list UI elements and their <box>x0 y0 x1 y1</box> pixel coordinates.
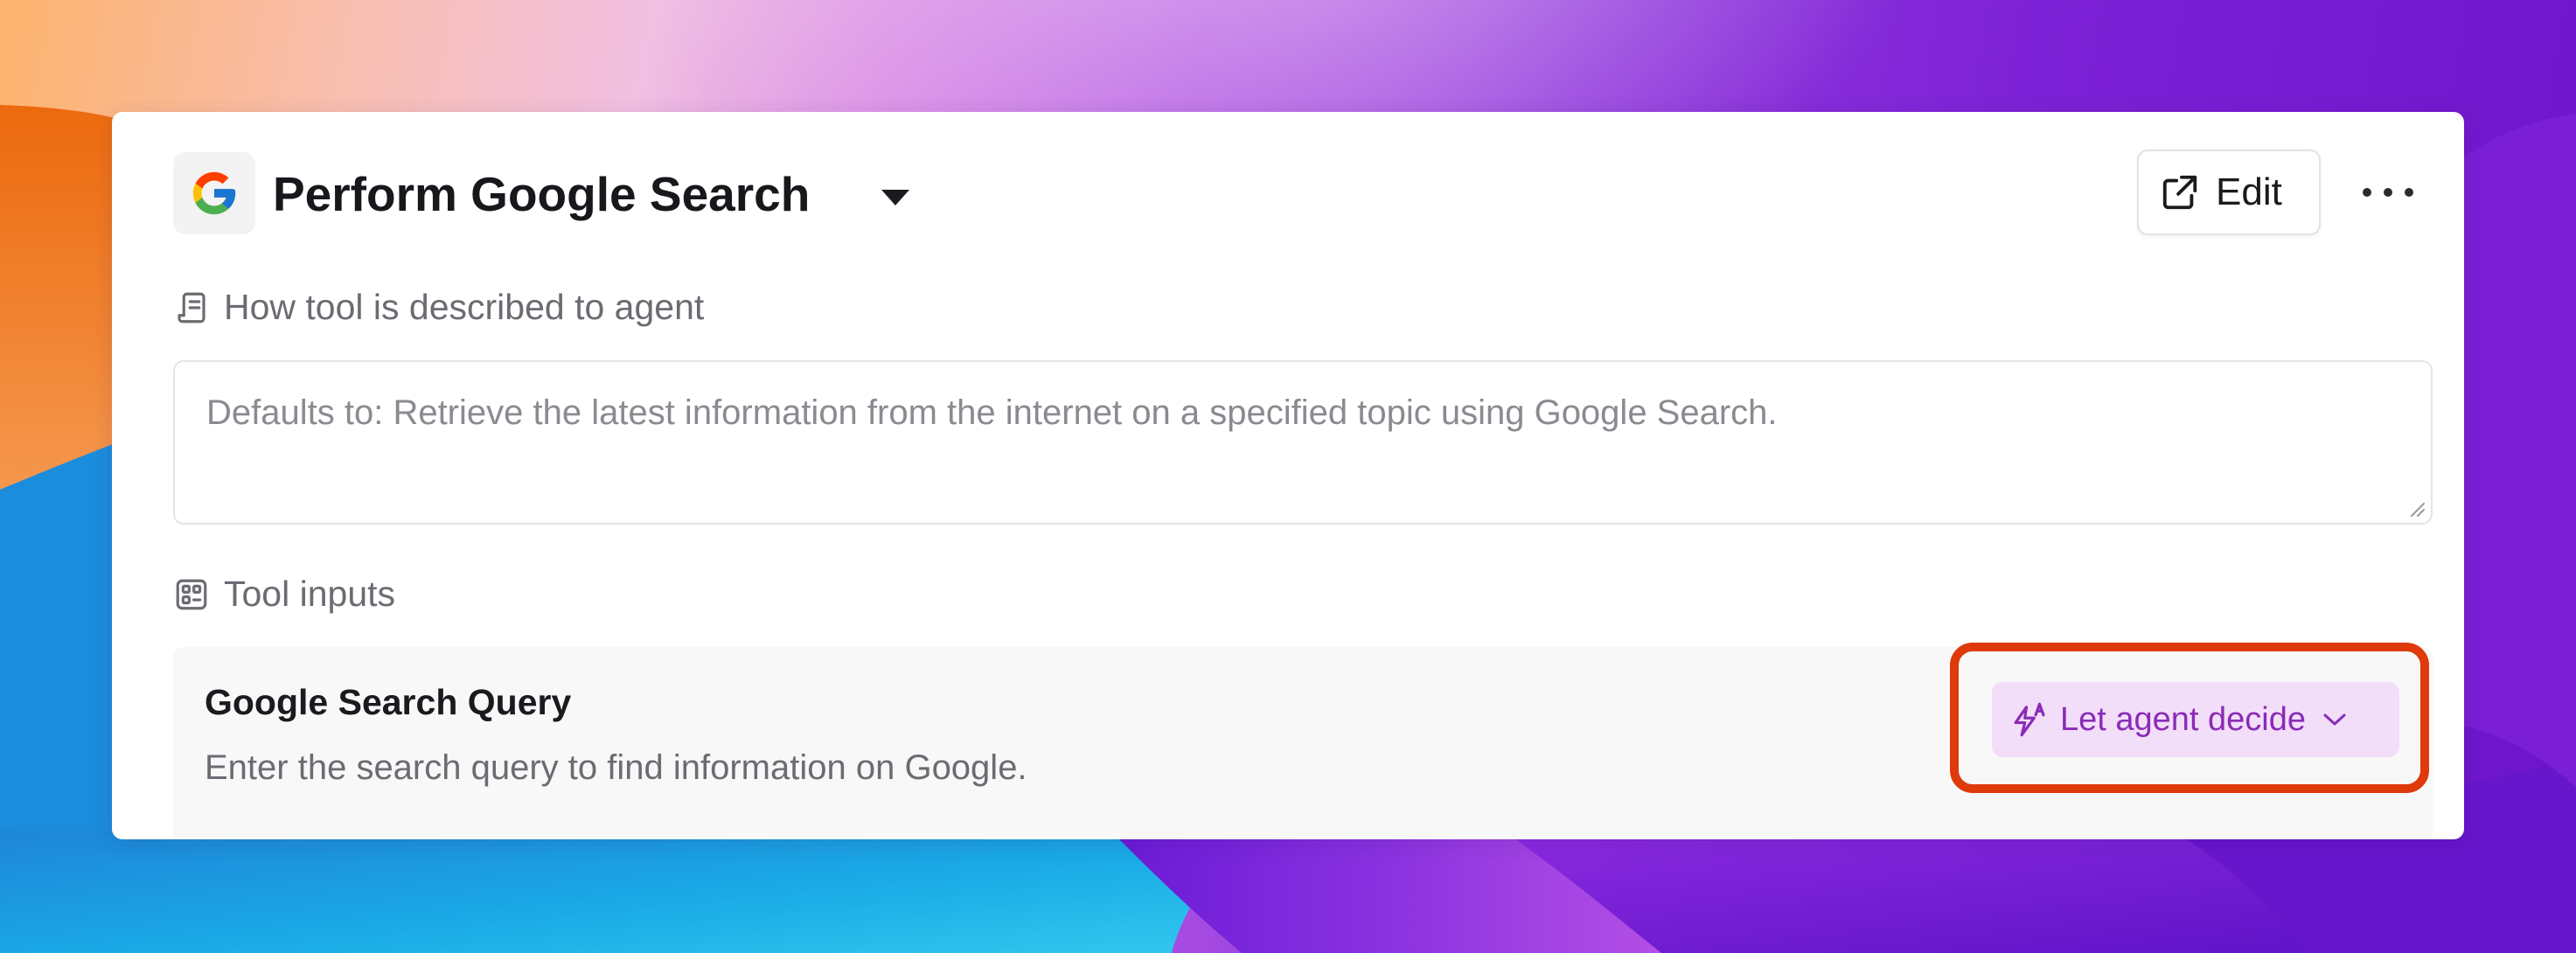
tool-description-textarea[interactable]: Defaults to: Retrieve the latest informa… <box>173 360 2433 525</box>
tool-inputs-label-text: Tool inputs <box>224 574 396 614</box>
chevron-down-icon <box>2323 713 2346 726</box>
description-label-text: How tool is described to agent <box>224 287 705 327</box>
tool-config-card: Perform Google Search Edit How tool is d… <box>112 112 2464 839</box>
tool-input-hint: Enter the search query to find informati… <box>205 748 1027 787</box>
ai-sparkle-icon <box>2014 702 2045 737</box>
input-grid-icon <box>176 579 207 609</box>
caret-down-icon <box>881 190 909 205</box>
tool-inputs-section-label: Tool inputs <box>173 574 395 615</box>
more-options-button[interactable] <box>2356 171 2420 213</box>
google-logo <box>173 152 255 234</box>
description-section-label: How tool is described to agent <box>173 287 704 328</box>
edit-button-label: Edit <box>2216 170 2282 213</box>
input-mode-dropdown[interactable]: Let agent decide <box>1992 682 2399 757</box>
resize-handle-icon[interactable] <box>2406 498 2426 518</box>
input-mode-label: Let agent decide <box>2060 700 2307 738</box>
scroll-text-icon <box>178 292 205 323</box>
google-g-icon <box>192 171 236 215</box>
tool-switch-dropdown[interactable] <box>869 180 922 215</box>
tool-input-name: Google Search Query <box>205 682 572 722</box>
description-placeholder: Defaults to: Retrieve the latest informa… <box>206 393 1778 432</box>
external-link-icon <box>2162 175 2197 210</box>
tool-title: Perform Google Search <box>273 167 811 221</box>
edit-button[interactable]: Edit <box>2137 150 2321 235</box>
more-horizontal-icon <box>2363 188 2413 197</box>
